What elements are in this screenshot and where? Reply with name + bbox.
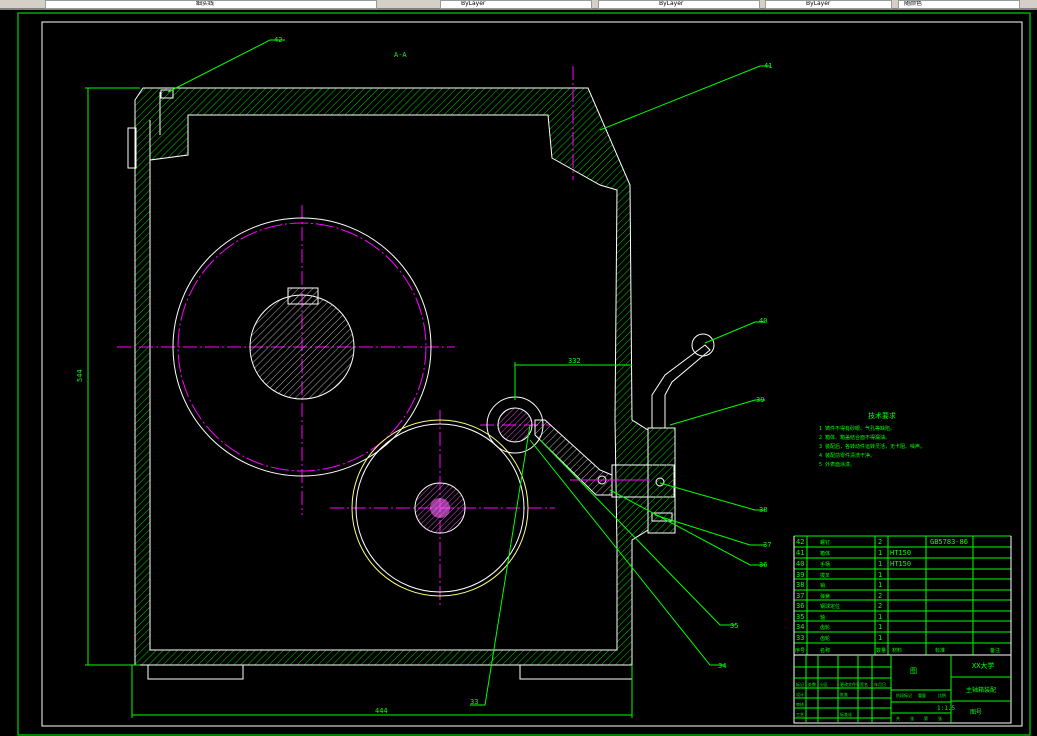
leader-34: 34 [718,662,726,670]
parts-cell-no: 42 [796,538,804,546]
parts-list: 42 螺钉 2 GB5783-86 41 箱体 1 HT150 40 手柄 1 HT150 39 拨叉 1 3… [793,535,1012,656]
dim-width: 444 [375,707,388,715]
parts-cell-qty: 2 [878,602,882,610]
parts-cell-material: HT150 [890,549,911,557]
parts-cell-no: 35 [796,613,804,621]
title-block-label: 比例 [938,692,946,698]
parts-cell-material: HT150 [890,560,911,568]
title-block-label: 批准 [840,691,848,697]
parts-cell-name: 钢球定位 [820,603,840,610]
parts-cell-name: 齿轮 [820,624,830,631]
tech-item: 5 外表面涂漆。 [819,461,855,468]
title-block-label: 分区 [820,681,828,687]
parts-header-qty: 数量 [876,647,886,654]
tech-requirements: 技术要求 1 铸件不得有砂眼、气孔等缺陷。 2 箱体、箱盖结合面不得漏油。 3 … [819,411,925,468]
section-label: A-A [394,51,407,59]
parts-cell-qty: 1 [878,634,882,642]
school-name: XX大学 [972,661,994,670]
parts-cell-no: 40 [796,560,804,568]
dim-height: 544 [76,369,84,382]
parts-cell-name: 手柄 [820,561,830,568]
parts-cell-qty: 2 [878,592,882,600]
dim-center-distance: 332 [568,357,581,365]
parts-cell-no: 39 [796,571,804,579]
title-block: 图 XX大学 主轴箱装配 图号 1:1.5 标记 处数 分区 更改文件号 签名 年月日设计… [793,654,1012,724]
housing [127,87,649,680]
leader-39: 39 [756,396,764,404]
parts-cell-name: 销 [820,582,825,589]
parts-header-no: 序号 [795,647,805,654]
parts-cell-name: 拨叉 [820,572,830,579]
parts-cell-no: 34 [796,623,804,631]
leader-42: 42 [274,36,282,44]
title-block-label: 共 [896,715,900,721]
tech-item: 3 装配后，各转动件运转灵活，无卡阻、噪声。 [819,443,925,450]
parts-header-name: 名称 [820,647,830,654]
tech-title: 技术要求 [868,411,896,420]
parts-cell-qty: 1 [878,623,882,631]
leader-41: 41 [764,62,772,70]
parts-cell-standard: GB5783-86 [930,538,968,546]
parts-cell-no: 36 [796,602,804,610]
title-block-label: 第 [924,715,928,721]
title-block-label: 签名 [860,681,868,687]
title-block-label: 处数 [808,681,816,687]
title-block-label: 重量 [918,692,926,698]
title-block-label: 标准化 [840,711,852,717]
title-block-label: 阶段标记 [896,692,912,698]
parts-cell-name: 轴 [820,614,825,621]
parts-cell-no: 38 [796,581,804,589]
shift-fork [486,333,715,534]
drawing-canvas[interactable]: 544 444 332 A-A 42 41 40 39 38 37 36 35 … [0,0,1037,736]
parts-cell-qty: 1 [878,581,882,589]
parts-cell-name: 螺钉 [820,539,830,546]
leader-40: 40 [759,317,767,325]
title-block-label: 张 [910,715,914,721]
title-block-label: 工艺 [796,712,804,717]
parts-header-remark: 备注 [990,647,1000,654]
scale: 1:1.5 [937,705,955,712]
parts-cell-qty: 1 [878,613,882,621]
title-block-label: 设计 [796,691,804,697]
parts-header-material: 材料 [892,647,902,654]
parts-header-standard: 标准 [935,647,945,654]
title-block-label: 年月日 [874,681,886,687]
parts-cell-qty: 1 [878,549,882,557]
title-block-label: 张 [938,715,942,721]
title-block-label: 审核 [796,701,804,707]
drawing-number: 图号 [970,709,982,716]
title-block-label: 标记 [796,681,804,687]
parts-cell-qty: 2 [878,538,882,546]
parts-cell-qty: 1 [878,560,882,568]
leader-33: 33 [470,698,478,706]
parts-cell-qty: 1 [878,571,882,579]
parts-cell-no: 41 [796,549,804,557]
tech-item: 4 装配前零件清洗干净。 [819,452,875,459]
parts-cell-name: 弹簧 [820,593,830,600]
parts-cell-no: 37 [796,592,804,600]
parts-cell-name: 箱体 [820,550,830,557]
leader-37: 37 [763,541,771,549]
tech-item: 1 铸件不得有砂眼、气孔等缺陷。 [819,425,895,432]
parts-cell-name: 齿轮 [820,635,830,642]
leader-35: 35 [730,622,738,630]
title-block-label: 更改文件号 [840,681,860,687]
material-mark: 图 [910,667,917,675]
leader-36: 36 [759,561,767,569]
dimensions [85,87,633,718]
tech-item: 2 箱体、箱盖结合面不得漏油。 [819,434,890,441]
parts-cell-no: 33 [796,634,804,642]
drawing-name: 主轴箱装配 [966,686,996,694]
leader-38: 38 [759,506,767,514]
